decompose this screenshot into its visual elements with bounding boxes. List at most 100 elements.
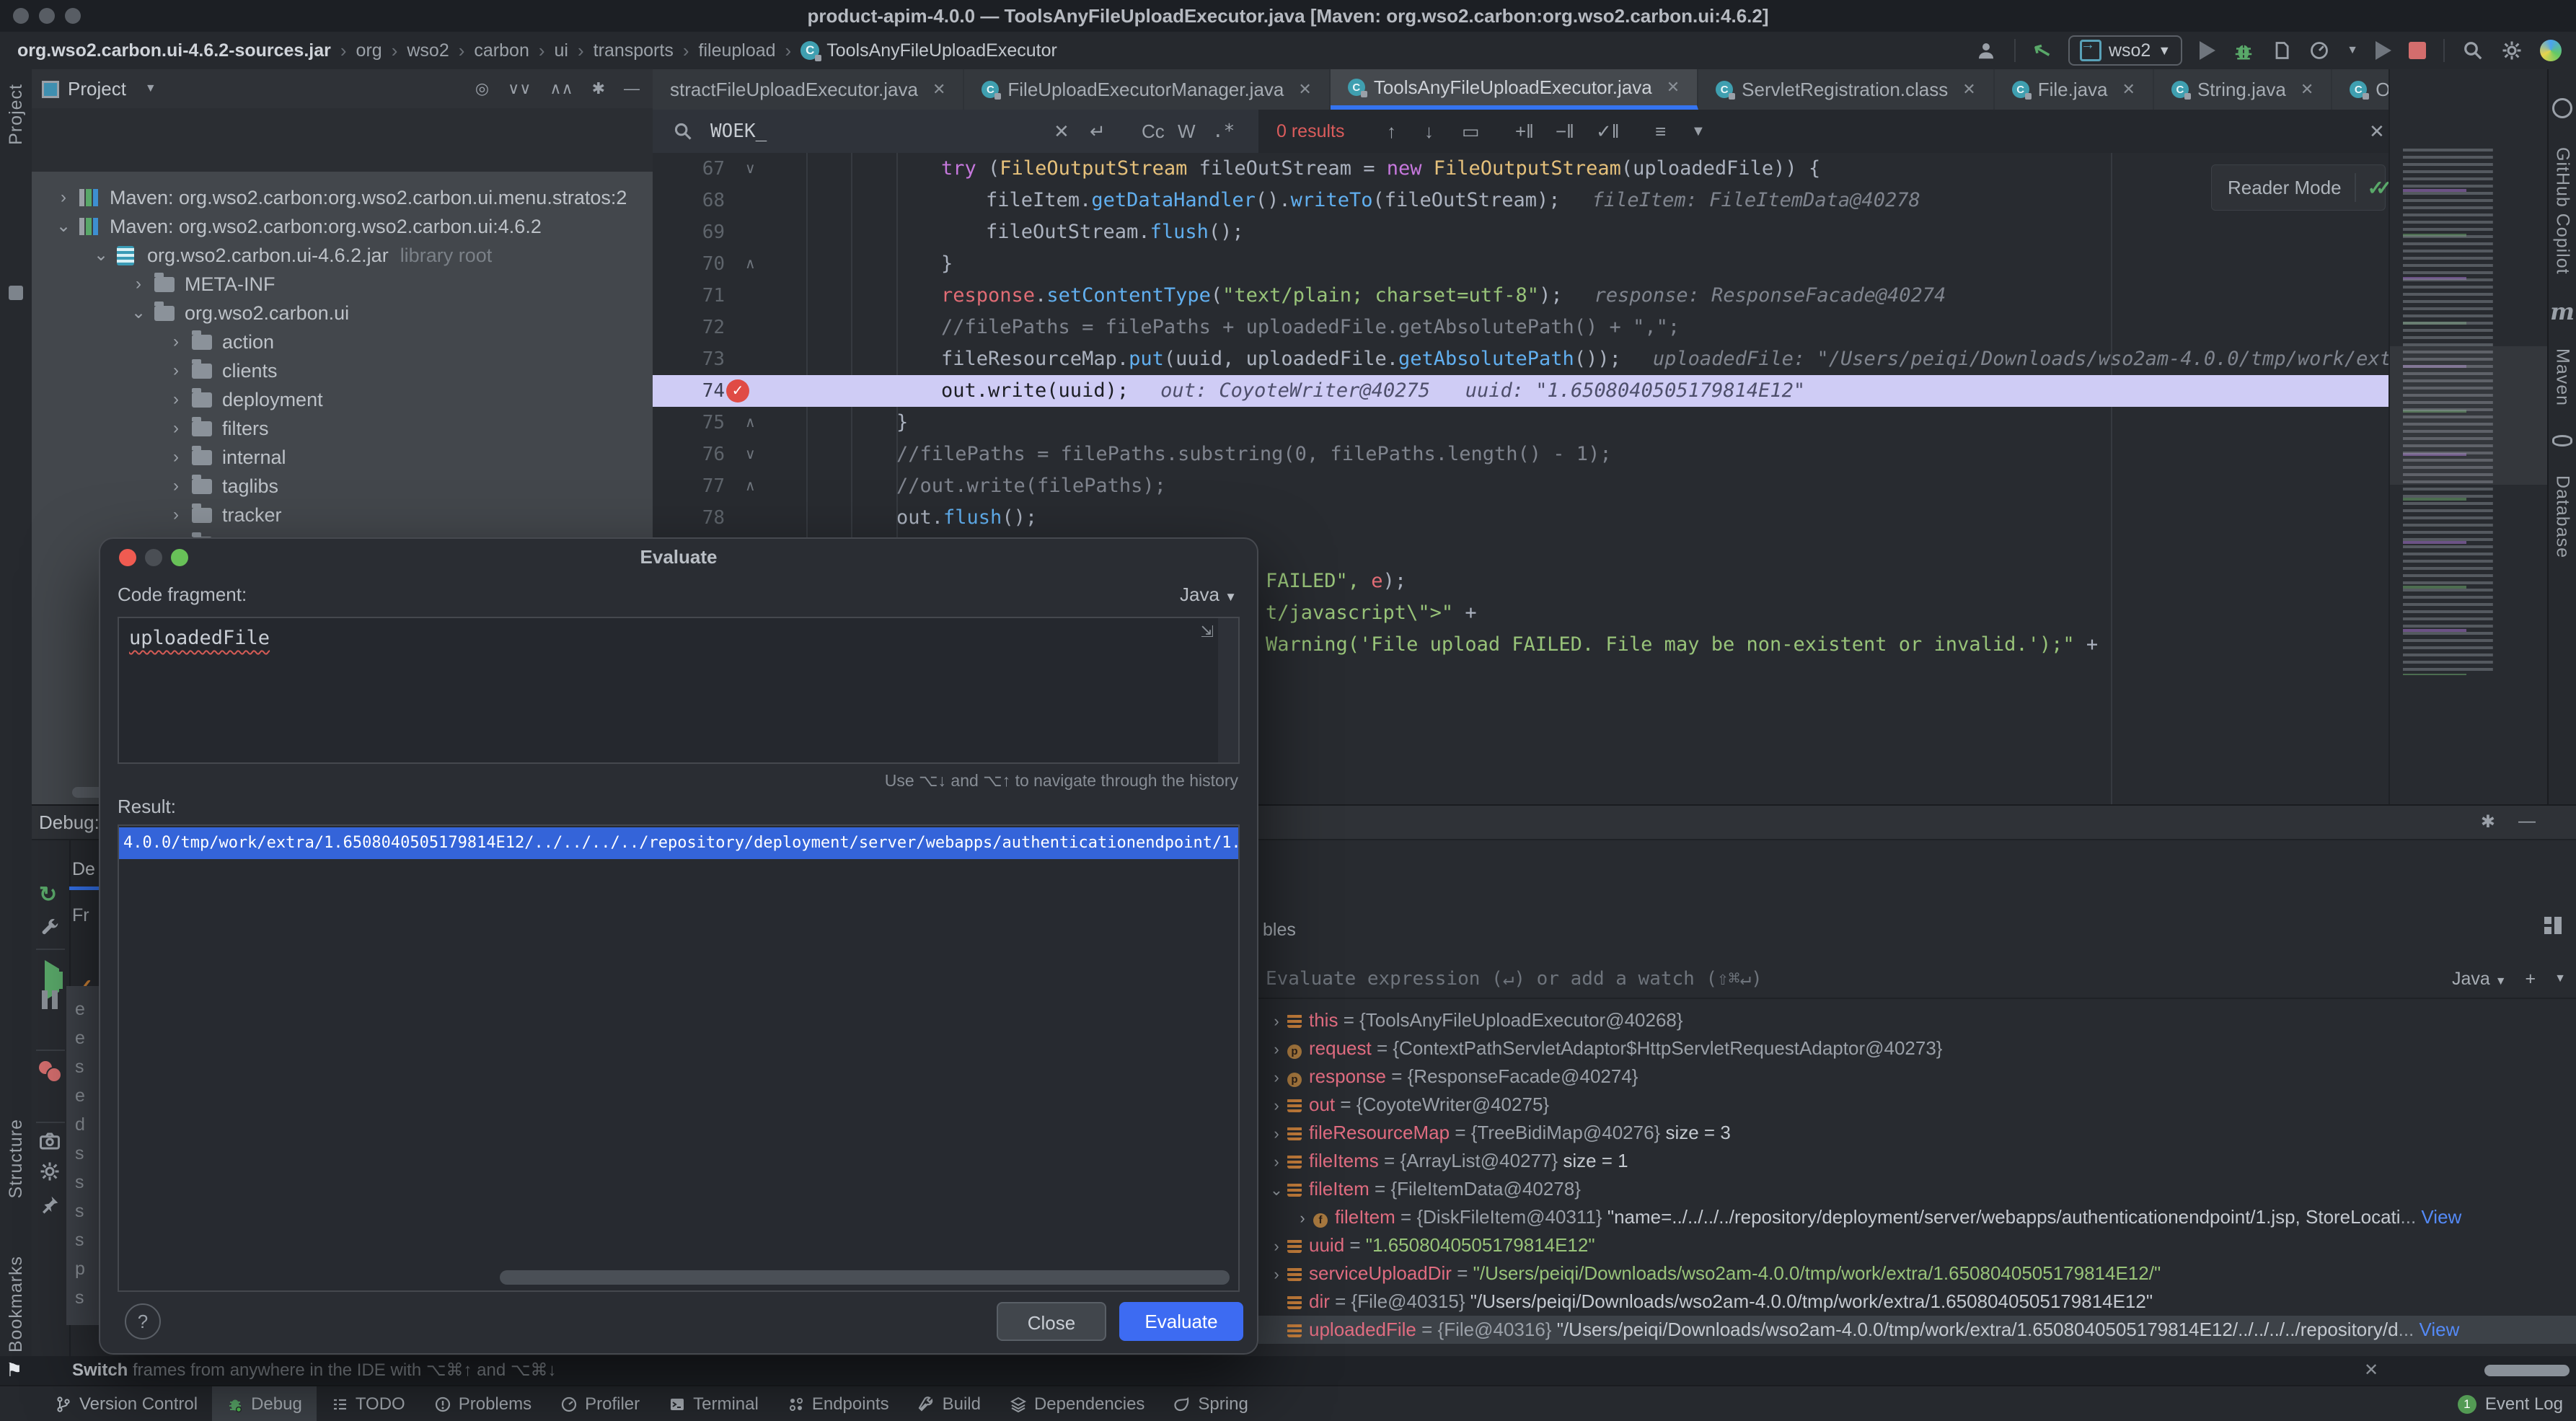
frame-row-fragment[interactable]: p	[75, 1259, 85, 1280]
frames-tab-fragment[interactable]: Fr	[72, 905, 89, 926]
settings-gear-icon[interactable]	[2501, 40, 2523, 61]
statusbar-item-terminal[interactable]: Terminal	[654, 1386, 773, 1421]
close-notification-icon[interactable]: ✕	[2364, 1356, 2378, 1385]
thread-dump-camera-icon[interactable]	[39, 1130, 62, 1153]
line-number[interactable]: 67	[653, 153, 725, 185]
clear-search-icon[interactable]: ✕	[1054, 110, 1069, 153]
view-breakpoints-icon[interactable]	[39, 1060, 62, 1083]
frame-row-fragment[interactable]: s	[75, 1143, 84, 1164]
variable-chevron-icon[interactable]: ›	[1266, 1035, 1287, 1063]
code-line[interactable]: 76∨//filePaths = filePaths.substring(0, …	[653, 439, 2388, 470]
frame-row-fragment[interactable]: s	[75, 1230, 84, 1251]
variable-row[interactable]: ›this = {ToolsAnyFileUploadExecutor@4026…	[1258, 1006, 2576, 1034]
fold-marker-icon[interactable]: ∨	[745, 439, 756, 470]
maven-icon[interactable]: m	[2550, 304, 2575, 320]
line-number[interactable]: 71	[653, 280, 725, 312]
find-in-selection-icon[interactable]: ▭	[1462, 110, 1480, 153]
filter-search-icon[interactable]: ≡	[1655, 110, 1666, 153]
previous-occurrence-icon[interactable]: ↑	[1387, 110, 1396, 153]
run-configuration-select[interactable]: wso2 ▼	[2068, 35, 2182, 66]
code-line[interactable]: 78out.flush();	[653, 502, 2388, 534]
code-line[interactable]: 69fileOutStream.flush();	[653, 216, 2388, 248]
variable-chevron-icon[interactable]: ⌄	[1266, 1176, 1287, 1203]
code-line[interactable]: 68fileItem.getDataHandler().writeTo(file…	[653, 185, 2388, 216]
variable-name[interactable]: uuid	[1309, 1234, 1344, 1256]
collapse-all-icon[interactable]: ∧∧	[550, 79, 573, 98]
frame-row-fragment[interactable]: e	[75, 1028, 85, 1049]
variable-name[interactable]: serviceUploadDir	[1309, 1262, 1452, 1284]
code-line[interactable]: 67∨try (FileOutputStream fileOutStream =…	[653, 153, 2388, 185]
tree-item-label[interactable]: taglibs	[222, 472, 278, 501]
statusbar-item-build[interactable]: Build	[904, 1386, 995, 1421]
tree-row[interactable]: ›deployment	[32, 385, 653, 414]
close-tab-icon[interactable]: ✕	[1962, 80, 1975, 99]
match-case-toggle[interactable]: Cc	[1142, 110, 1165, 153]
tree-item-label[interactable]: Maven: org.wso2.carbon:org.wso2.carbon.u…	[110, 183, 627, 212]
regex-toggle[interactable]: .*	[1212, 110, 1235, 153]
dialog-language-select[interactable]: Java ▼	[1180, 584, 1237, 606]
double-check-icon[interactable]: ✓✓	[2368, 176, 2384, 200]
next-occurrence-icon[interactable]: ↓	[1424, 110, 1434, 153]
stripe-tab-project[interactable]: Project	[6, 84, 27, 145]
expand-all-icon[interactable]: ∨∨	[508, 79, 531, 98]
variable-row[interactable]: ›uuid = "1.6508040505179814E12"	[1258, 1231, 2576, 1259]
line-number[interactable]: 70	[653, 248, 725, 280]
variable-row[interactable]: uploadedFile = {File@40316} "/Users/peiq…	[1258, 1316, 2576, 1344]
result-horizontal-scrollbar[interactable]	[500, 1270, 1230, 1285]
code-line[interactable]: 70∧}	[653, 248, 2388, 280]
result-selected-line[interactable]: 4.0.0/tmp/work/extra/1.6508040505179814E…	[119, 827, 1238, 859]
variable-chevron-icon[interactable]: ›	[1266, 1119, 1287, 1147]
tree-row[interactable]: ›taglibs	[32, 472, 653, 501]
debug-button[interactable]	[2233, 40, 2254, 61]
statusbar-item-endpoints[interactable]: Endpoints	[773, 1386, 904, 1421]
variable-row[interactable]: ›out = {CoyoteWriter@40275}	[1258, 1091, 2576, 1119]
variable-row[interactable]: ⌄fileItem = {FileItemData@40278}	[1258, 1175, 2576, 1203]
breadcrumb-item[interactable]: wso2	[407, 40, 449, 61]
variable-name[interactable]: fileItems	[1309, 1150, 1379, 1171]
debugger-settings-gear-icon[interactable]	[39, 1161, 62, 1184]
frame-row-fragment[interactable]: e	[75, 1086, 85, 1107]
wrench-icon[interactable]	[39, 917, 62, 940]
frame-row-fragment[interactable]: s	[75, 1057, 84, 1078]
tree-item-label[interactable]: filters	[222, 414, 269, 443]
variable-name[interactable]: request	[1309, 1037, 1372, 1059]
window-zoom-button[interactable]	[65, 8, 81, 24]
new-line-icon[interactable]: ↵	[1090, 110, 1106, 153]
close-tab-icon[interactable]: ✕	[932, 80, 945, 99]
tree-row[interactable]: ›tracker	[32, 501, 653, 529]
tree-row[interactable]: ›Maven: org.wso2.carbon:org.wso2.carbon.…	[32, 183, 653, 212]
coverage-icon[interactable]	[2272, 40, 2292, 61]
view-link[interactable]: View	[2416, 1206, 2461, 1228]
view-link[interactable]: View	[2414, 1319, 2459, 1340]
project-view-selector[interactable]: Project	[68, 78, 126, 100]
run-secondary-button[interactable]	[2376, 41, 2391, 60]
stripe-tab-maven[interactable]: Maven	[2552, 348, 2573, 406]
tree-item-label[interactable]: internal	[222, 443, 286, 472]
line-number[interactable]: 74	[653, 375, 725, 407]
variable-row[interactable]: ›fileItems = {ArrayList@40277} size = 1	[1258, 1147, 2576, 1175]
tree-chevron-icon[interactable]: ⌄	[53, 212, 74, 241]
tree-row[interactable]: › action	[32, 327, 653, 356]
editor-tab[interactable]: CFile.java✕	[1995, 69, 2154, 110]
stripe-tab-copilot[interactable]: GitHub Copilot	[2552, 147, 2573, 275]
line-number[interactable]: 69	[653, 216, 725, 248]
code-fragment-input[interactable]: uploadedFile ⇲	[118, 617, 1240, 764]
pause-program-icon[interactable]	[39, 989, 62, 1012]
close-tab-icon[interactable]: ✕	[1667, 78, 1680, 97]
tree-item-label[interactable]: action	[222, 327, 274, 356]
tree-row[interactable]: ›internal	[32, 443, 653, 472]
user-icon[interactable]	[1975, 40, 1997, 61]
tree-item-label[interactable]: META-INF	[185, 270, 275, 299]
fold-marker-icon[interactable]: ∧	[745, 407, 756, 439]
add-occurrence-icon[interactable]: +‖	[1515, 110, 1534, 153]
search-icon[interactable]	[673, 110, 693, 153]
statusbar-item-debug[interactable]: Debug	[212, 1386, 317, 1421]
stripe-tab-bookmarks[interactable]: Bookmarks	[6, 1256, 27, 1352]
editor-tab[interactable]: CString.java✕	[2154, 69, 2332, 110]
tree-row[interactable]: ›clients	[32, 356, 653, 385]
variable-name[interactable]: dir	[1309, 1290, 1330, 1312]
close-tab-icon[interactable]: ✕	[1298, 80, 1311, 99]
tree-chevron-icon[interactable]: ›	[166, 327, 186, 356]
chevron-down-icon[interactable]: ▼	[145, 82, 156, 95]
stop-button[interactable]	[2409, 42, 2426, 59]
